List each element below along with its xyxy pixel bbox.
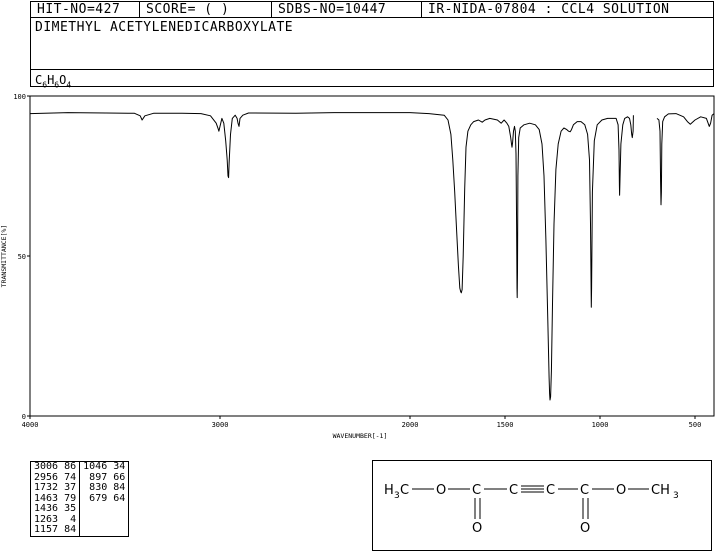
formula-box: C6H6O4 [30,69,714,89]
x-tick-label: 3000 [212,421,229,429]
peak-transmittance [110,504,129,515]
peak-row: 3006 86 1046 34 [31,461,129,473]
atom-c-methyl-left: C [400,483,409,498]
y-tick-label: 50 [18,253,26,261]
sdbs-number: SDBS-NO=10447 [272,2,422,18]
peak-row: 1436 35 [31,503,129,515]
peak-transmittance: 84 [113,482,126,493]
hit-number: HIT-NO=427 [31,2,140,18]
x-tick-label: 2000 [402,421,419,429]
peak-wavenumber: 1157 [34,524,59,535]
y-axis-label: TRANSMITTANCE[%] [0,225,8,288]
x-tick-label: 1500 [497,421,514,429]
x-axis-ticks: 4000 3000 2000 1500 1000 500 [22,416,702,429]
spectrum-series [29,112,715,401]
atom-o-ester-right: O [616,483,626,498]
peak-wavenumber [80,515,111,526]
peak-transmittance: 34 [113,461,126,472]
peak-transmittance [110,515,129,526]
atom-o-carbonyl-right: O [580,521,590,536]
peak-transmittance: 86 [61,461,81,473]
compound-name: DIMETHYL ACETYLENEDICARBOXYLATE [35,20,294,35]
x-tick-label: 1000 [592,421,609,429]
atom-o-carbonyl-left: O [472,521,482,536]
peak-wavenumber: 679 [89,492,108,504]
score-field: SCORE= ( ) [140,2,272,18]
structure-frame [372,460,712,551]
atom-h-left-sub: 3 [394,491,400,501]
plot-frame [29,95,715,417]
compound-name-box: DIMETHYL ACETYLENEDICARBOXYLATE [30,17,714,70]
atom-c-carbonyl-right: C [580,483,589,498]
structure-diagram: H 3 C O C C C C O CH 3 O O [372,460,712,551]
spectrum-line [29,112,634,401]
peak-row: 1732 37 830 84 [31,482,129,494]
atom-c-alkyne-left: C [509,483,518,498]
atom-ch-right-sub: 3 [673,491,679,501]
header-bar: HIT-NO=427 SCORE= ( ) SDBS-NO=10447 IR-N… [30,1,714,18]
peak-wavenumber [80,504,111,515]
y-axis-ticks: 0 50 100 [13,93,30,421]
molecular-formula: C6H6O4 [35,73,71,89]
y-tick-label: 0 [22,413,26,421]
peak-transmittance: 84 [61,524,81,536]
x-tick-label: 500 [689,421,702,429]
atom-c-carbonyl-left: C [472,483,481,498]
spectrum-line [656,113,715,206]
atom-o-ester-left: O [436,483,446,498]
peak-transmittance: 37 [61,482,81,494]
x-axis-label: WAVENUMBER[-1] [333,432,388,440]
atom-h-left: H [384,483,394,498]
ir-info: IR-NIDA-07804 : CCL4 SOLUTION [428,2,670,17]
peak-transmittance: 64 [113,492,126,504]
peak-transmittance [110,525,129,536]
peak-row: 1157 84 [31,524,129,536]
ir-spectrum-chart: 0 50 100 4000 3000 2000 1500 1000 500 WAVENUMBE… [0,93,715,440]
peak-wavenumber: 1732 [34,482,59,493]
peak-transmittance: 35 [61,503,81,515]
peak-table: 3006 86 1046 34 2956 74 897 66 1732 37 830 84 1463 79… [30,461,130,537]
y-tick-label: 100 [13,93,26,101]
peak-wavenumber: 1436 [34,503,59,514]
x-tick-label: 4000 [22,421,39,429]
peak-wavenumber [80,525,111,536]
peak-wavenumber: 830 [89,482,108,493]
peak-wavenumber: 3006 [34,461,59,472]
peak-wavenumber: 1046 [83,461,108,472]
atom-c-alkyne-right: C [546,483,555,498]
atom-ch-methyl-right: CH [651,483,670,498]
